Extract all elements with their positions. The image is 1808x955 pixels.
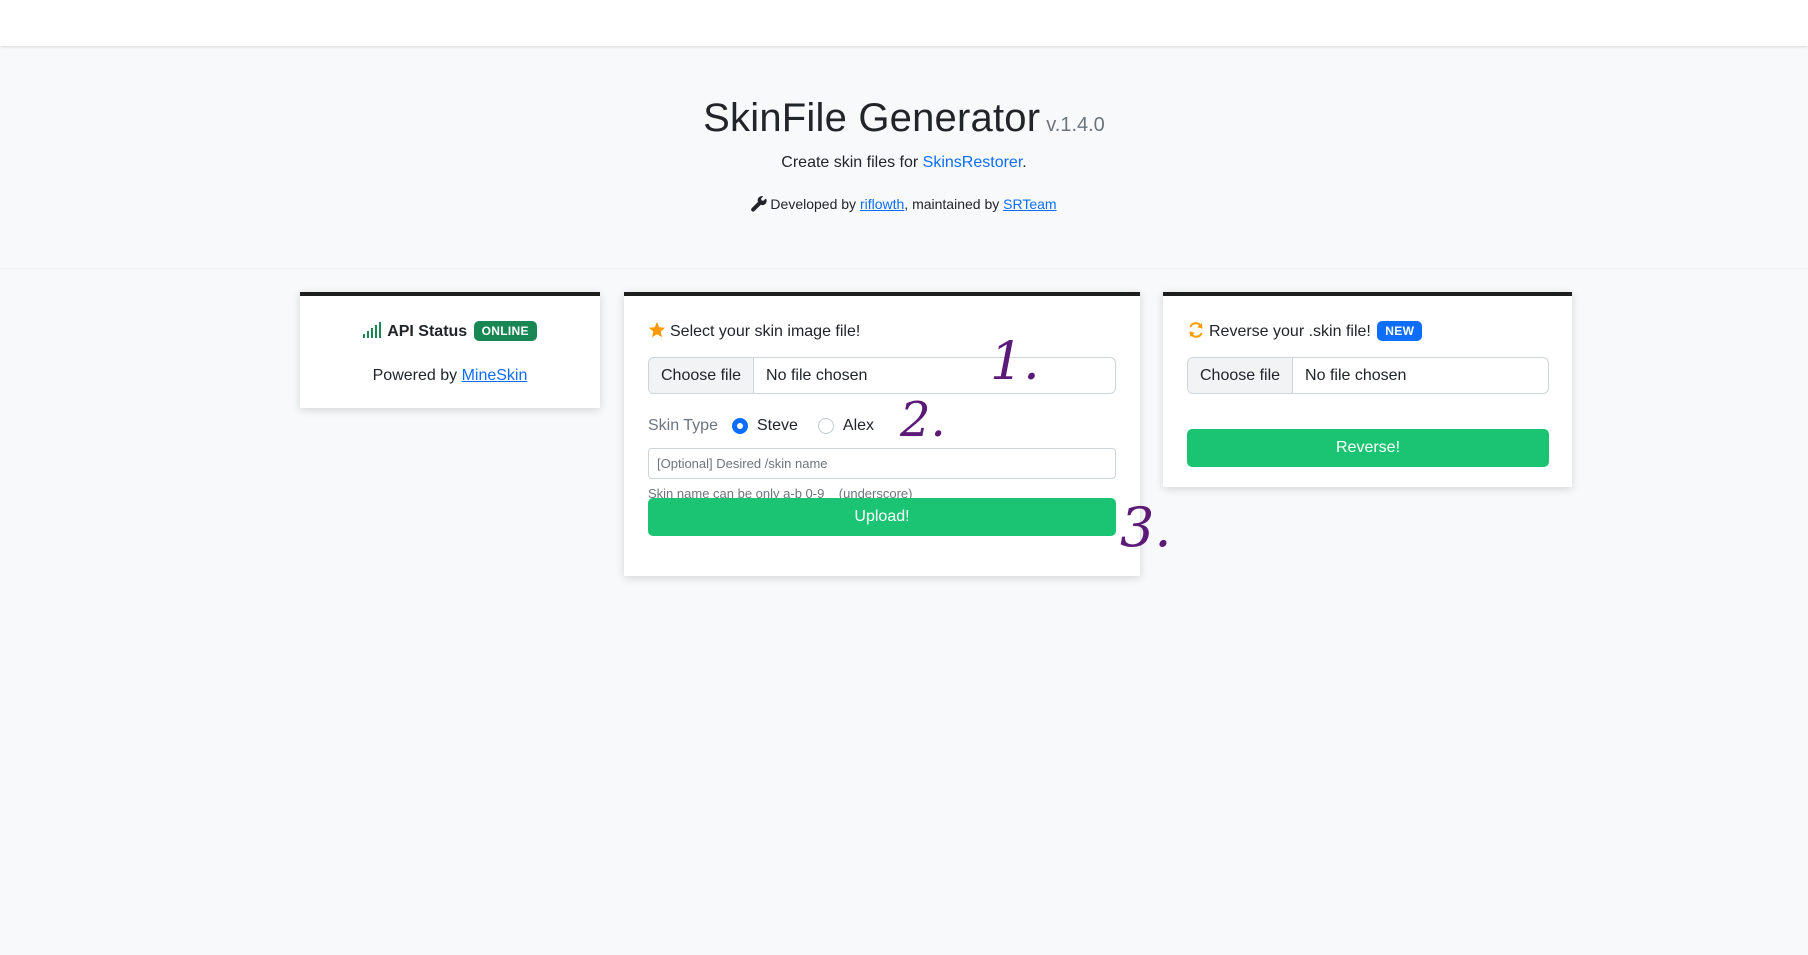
reverse-heading: Reverse your .skin file! NEW — [1187, 321, 1423, 341]
powered-prefix: Powered by — [372, 367, 462, 384]
file-status-text: No file chosen — [766, 366, 868, 384]
alex-radio-label[interactable]: Alex — [843, 417, 874, 435]
reverse-heading-text: Reverse your .skin file! — [1209, 323, 1371, 340]
wrench-icon — [751, 196, 768, 212]
version-label: v.1.4.0 — [1046, 114, 1105, 136]
upload-card: Select your skin image file! Choose file… — [624, 292, 1140, 576]
reverse-file-status-text: No file chosen — [1305, 366, 1407, 384]
annotation-step-2: 2. — [900, 392, 946, 448]
credits-line: Developed by riflowth, maintained by SRT… — [0, 196, 1808, 212]
upload-heading-text: Select your skin image file! — [670, 323, 861, 340]
upload-heading: Select your skin image file! — [648, 321, 860, 341]
reverse-choose-file-button[interactable]: Choose file — [1188, 358, 1294, 393]
credits-middle: , maintained by — [904, 196, 1004, 212]
steve-radio-label[interactable]: Steve — [757, 417, 798, 435]
team-link[interactable]: SRTeam — [1003, 196, 1056, 212]
api-status-label: API Status — [387, 323, 468, 340]
page-title-row: SkinFile Generator v.1.4.0 — [0, 96, 1808, 141]
subtitle-text: Create skin files for — [781, 154, 923, 171]
reverse-file-input[interactable]: Choose file No file chosen — [1187, 357, 1549, 394]
new-badge: NEW — [1377, 321, 1423, 341]
subtitle: Create skin files for SkinsRestorer. — [0, 154, 1808, 172]
api-status-line: API Status ONLINE — [300, 321, 600, 341]
upload-button[interactable]: Upload! — [648, 498, 1116, 536]
reverse-card: Reverse your .skin file! NEW Choose file… — [1163, 292, 1572, 487]
choose-file-button[interactable]: Choose file — [649, 358, 755, 393]
mineskin-link[interactable]: MineSkin — [462, 367, 528, 384]
alex-radio[interactable] — [817, 418, 834, 434]
signal-icon — [363, 322, 382, 338]
annotation-step-1: 1. — [990, 332, 1040, 392]
skinsrestorer-link[interactable]: SkinsRestorer — [923, 154, 1023, 171]
author-link[interactable]: riflowth — [860, 196, 904, 212]
page-title: SkinFile Generator — [703, 96, 1041, 140]
api-status-card: API Status ONLINE Powered by MineSkin — [300, 292, 600, 408]
skin-type-label: Skin Type — [648, 417, 718, 434]
credits-prefix: Developed by — [770, 196, 860, 212]
star-icon — [649, 322, 665, 338]
skin-name-input[interactable] — [648, 448, 1116, 479]
refresh-icon — [1189, 322, 1203, 338]
online-badge: ONLINE — [473, 321, 537, 341]
subtitle-suffix: . — [1022, 154, 1027, 171]
skin-type-row: Skin Type Steve Alex — [648, 414, 894, 438]
annotation-step-3: 3. — [1120, 496, 1172, 559]
powered-by: Powered by MineSkin — [300, 367, 600, 385]
steve-radio[interactable] — [731, 418, 748, 434]
reverse-button[interactable]: Reverse! — [1187, 429, 1549, 467]
skin-file-input[interactable]: Choose file No file chosen — [648, 357, 1116, 394]
top-navbar — [0, 0, 1808, 46]
